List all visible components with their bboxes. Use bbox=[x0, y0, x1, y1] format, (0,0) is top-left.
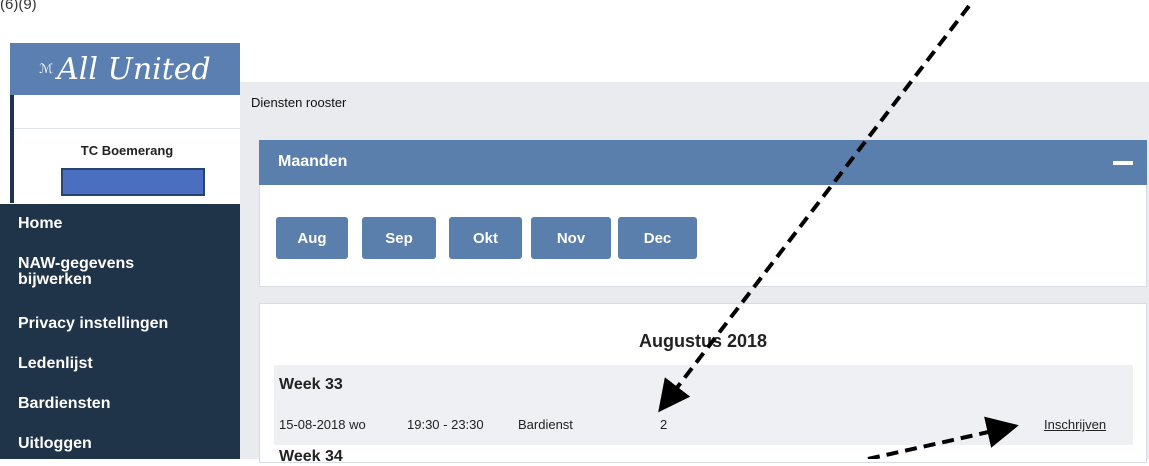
month-button-aug[interactable]: Aug bbox=[276, 217, 348, 259]
month-button-nov[interactable]: Nov bbox=[531, 217, 611, 259]
shift-count: 2 bbox=[660, 417, 668, 432]
month-button-okt[interactable]: Okt bbox=[449, 217, 522, 259]
nav-item-home[interactable]: Home bbox=[18, 216, 62, 232]
shift-type: Bardienst bbox=[518, 417, 573, 432]
week-title: Week 33 bbox=[279, 376, 343, 393]
week-block bbox=[274, 365, 1133, 445]
months-panel-header: Maanden bbox=[259, 140, 1147, 185]
club-name: TC Boemerang bbox=[80, 143, 174, 158]
club-info: TC Boemerang bbox=[14, 128, 240, 205]
signup-link[interactable]: Inschrijven bbox=[1044, 417, 1106, 432]
all-united-logo[interactable]: ℳ All United bbox=[10, 43, 240, 95]
month-button-dec[interactable]: Dec bbox=[618, 217, 697, 259]
nav-item-naw-gegevens[interactable]: NAW-gegevens bbox=[18, 256, 134, 272]
month-button-sep[interactable]: Sep bbox=[362, 217, 436, 259]
logo-spacer bbox=[10, 95, 240, 128]
page-title: Diensten rooster bbox=[251, 95, 347, 110]
logo-text: All United bbox=[57, 51, 211, 87]
nav-item-bardiensten[interactable]: Bardiensten bbox=[18, 396, 110, 412]
next-week-title: Week 34 bbox=[279, 448, 343, 465]
month-heading: Augustus 2018 bbox=[638, 331, 768, 351]
redacted-user-name bbox=[61, 168, 205, 196]
nav-item-naw-gegevens-line2[interactable]: bijwerken bbox=[18, 272, 92, 288]
logo-mark-icon: ℳ bbox=[39, 61, 54, 77]
months-panel-title: Maanden bbox=[278, 153, 348, 170]
nav-item-privacy[interactable]: Privacy instellingen bbox=[18, 316, 168, 332]
nav-item-ledenlijst[interactable]: Ledenlijst bbox=[18, 356, 93, 372]
shift-time: 19:30 - 23:30 bbox=[407, 417, 484, 432]
corner-annotation: (6)(9) bbox=[0, 0, 37, 13]
minus-icon[interactable] bbox=[1113, 161, 1133, 165]
nav-item-uitloggen[interactable]: Uitloggen bbox=[18, 436, 92, 452]
shift-date: 15-08-2018 wo bbox=[279, 417, 366, 432]
